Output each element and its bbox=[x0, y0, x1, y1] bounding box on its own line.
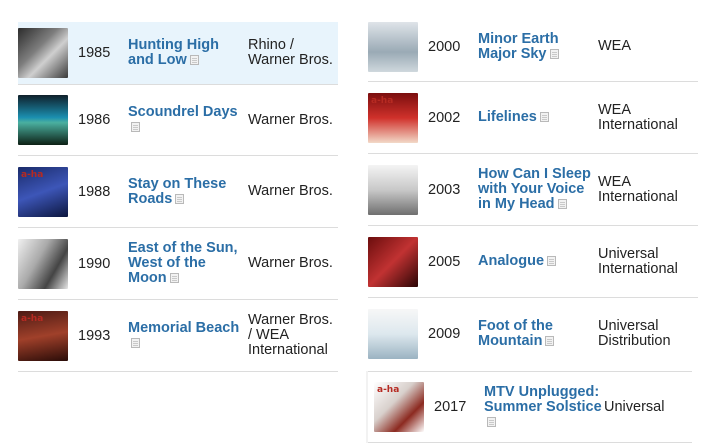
album-label: Universal Distribution bbox=[598, 318, 671, 349]
album-year: 2005 bbox=[428, 253, 461, 270]
album-row[interactable]: 2003 How Can I Sleep with Your Voice in … bbox=[368, 154, 698, 226]
album-cover[interactable] bbox=[368, 236, 418, 287]
album-row[interactable]: a-ha 2002 Lifelines WEA International bbox=[368, 82, 698, 154]
album-year: 1985 bbox=[78, 45, 111, 61]
album-year: 2002 bbox=[428, 109, 461, 126]
album-row[interactable]: a-ha 1988 Stay on These Roads Warner Bro… bbox=[18, 156, 338, 228]
album-cover[interactable] bbox=[368, 164, 418, 215]
album-list-right: 2000 Minor Earth Major Sky WEA a-ha 2002… bbox=[368, 12, 698, 370]
document-icon[interactable] bbox=[131, 337, 140, 348]
album-cover[interactable] bbox=[18, 238, 68, 289]
album-label: WEA International bbox=[598, 173, 678, 205]
album-title-link[interactable]: Minor Earth Major Sky bbox=[478, 31, 598, 62]
album-year: 2009 bbox=[428, 326, 461, 342]
album-title-link[interactable]: MTV Unplugged: Summer Solstice bbox=[484, 384, 604, 430]
album-label: WEA International bbox=[598, 101, 678, 133]
album-label: WEA bbox=[598, 38, 632, 54]
album-year: 2003 bbox=[428, 181, 461, 198]
album-title-link[interactable]: Scoundrel Days bbox=[128, 105, 248, 135]
album-cover[interactable] bbox=[368, 309, 418, 359]
album-title-link[interactable]: East of the Sun, West of the Moon bbox=[128, 241, 248, 286]
album-label: Warner Bros. / WEA International bbox=[248, 312, 333, 358]
album-row[interactable]: 2009 Foot of the Mountain Universal Dist… bbox=[368, 298, 698, 370]
document-icon[interactable] bbox=[131, 122, 140, 132]
album-row[interactable]: 2005 Analogue Universal International bbox=[368, 226, 698, 298]
album-cover[interactable] bbox=[18, 95, 68, 145]
album-year: 2000 bbox=[428, 38, 461, 55]
document-icon[interactable] bbox=[549, 48, 559, 59]
album-title-link[interactable]: Foot of the Mountain bbox=[478, 319, 598, 349]
document-icon[interactable] bbox=[487, 416, 496, 427]
album-row[interactable]: 1990 East of the Sun, West of the Moon W… bbox=[18, 228, 338, 300]
document-icon[interactable] bbox=[547, 256, 557, 266]
album-cover[interactable]: a-ha bbox=[18, 310, 68, 361]
album-row[interactable]: 2000 Minor Earth Major Sky WEA bbox=[368, 12, 698, 82]
album-title-link[interactable]: Analogue bbox=[478, 254, 598, 269]
album-year: 1988 bbox=[78, 183, 111, 200]
document-icon[interactable] bbox=[545, 336, 555, 346]
album-year: 1990 bbox=[78, 255, 111, 272]
album-row[interactable]: 1986 Scoundrel Days Warner Bros. bbox=[18, 85, 338, 156]
document-icon[interactable] bbox=[539, 112, 549, 122]
cover-logo-text: a-ha bbox=[21, 169, 44, 180]
album-label: Rhino / Warner Bros. bbox=[248, 37, 333, 68]
document-icon[interactable] bbox=[175, 193, 185, 204]
album-title-link[interactable]: Memorial Beach bbox=[128, 320, 248, 351]
album-row[interactable]: 1985 Hunting High and Low Rhino / Warner… bbox=[18, 22, 338, 85]
album-label: Warner Bros. bbox=[248, 111, 333, 128]
document-icon[interactable] bbox=[189, 55, 199, 65]
album-cover[interactable]: a-ha bbox=[374, 382, 424, 432]
album-title-link[interactable]: Lifelines bbox=[478, 110, 598, 125]
album-year: 2017 bbox=[434, 399, 467, 415]
album-label: Warner Bros. bbox=[248, 255, 333, 271]
document-icon[interactable] bbox=[557, 199, 567, 209]
album-cover[interactable] bbox=[18, 28, 68, 78]
album-row[interactable]: a-ha 1993 Memorial Beach Warner Bros. / … bbox=[18, 300, 338, 372]
album-row[interactable]: a-ha 2017 MTV Unplugged: Summer Solstice… bbox=[368, 371, 692, 443]
album-cover[interactable]: a-ha bbox=[18, 166, 68, 217]
cover-logo-text: a-ha bbox=[377, 385, 400, 395]
album-label: Warner Bros. bbox=[248, 183, 333, 199]
document-icon[interactable] bbox=[169, 273, 179, 283]
album-cover[interactable] bbox=[368, 21, 418, 72]
album-label: Universal bbox=[604, 398, 665, 415]
album-title-link[interactable]: Stay on These Roads bbox=[128, 176, 248, 207]
cover-logo-text: a-ha bbox=[371, 95, 394, 106]
album-title-link[interactable]: Hunting High and Low bbox=[128, 38, 248, 68]
album-list-left: 1985 Hunting High and Low Rhino / Warner… bbox=[18, 22, 338, 372]
album-year: 1993 bbox=[78, 327, 111, 344]
album-title-link[interactable]: How Can I Sleep with Your Voice in My He… bbox=[478, 167, 598, 212]
cover-logo-text: a-ha bbox=[21, 313, 44, 324]
album-year: 1986 bbox=[78, 112, 111, 128]
album-cover[interactable]: a-ha bbox=[368, 92, 418, 143]
album-label: Universal International bbox=[598, 245, 678, 277]
